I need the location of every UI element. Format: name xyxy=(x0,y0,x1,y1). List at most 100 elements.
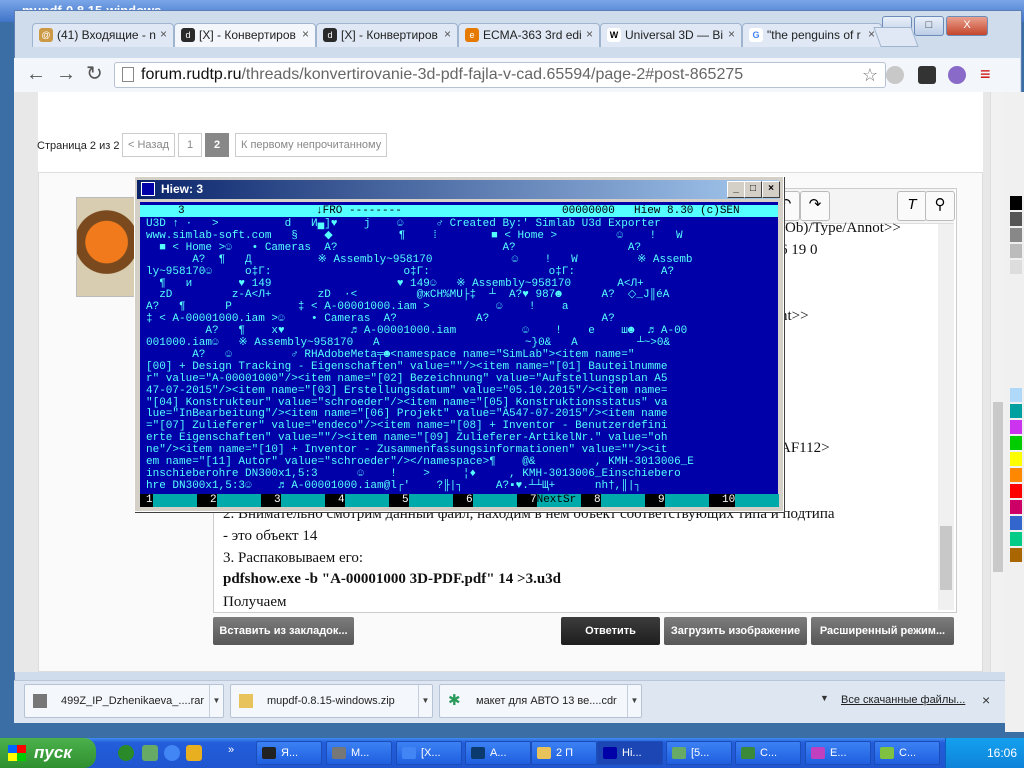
tab-rudtp-active[interactable]: d [X] - Конвертиров × xyxy=(174,23,316,47)
taskbar-button[interactable]: [5... xyxy=(666,741,732,765)
color-swatch[interactable] xyxy=(1010,548,1022,562)
taskbar-button[interactable]: E... xyxy=(805,741,871,765)
editor-text-line: (Ob)/Type/Annot>> xyxy=(780,220,901,236)
chevron-down-icon[interactable]: ▼ xyxy=(418,685,432,717)
hiew-fkey-4[interactable]: 4 xyxy=(338,494,389,507)
insert-bookmark-button[interactable]: Вставить из закладок... xyxy=(213,617,354,645)
hiew-close-button[interactable]: × xyxy=(762,181,780,198)
taskbar-button[interactable]: 2 П xyxy=(531,741,597,765)
color-swatch[interactable] xyxy=(1010,500,1022,514)
color-swatch[interactable] xyxy=(1010,388,1022,402)
taskbar-button[interactable]: A... xyxy=(465,741,531,765)
download-item[interactable]: mupdf-0.8.15-windows.zip ▼ xyxy=(230,684,433,718)
page-scrollbar[interactable] xyxy=(990,92,1005,672)
color-swatch[interactable] xyxy=(1010,228,1022,242)
tab-rudtp[interactable]: d [X] - Конвертиров × xyxy=(316,23,458,47)
taskbar-button[interactable]: [X... xyxy=(396,741,462,765)
extension-icon[interactable] xyxy=(886,66,904,84)
close-window-button[interactable]: X xyxy=(946,16,988,36)
hiew-text-line: ne"/><item name="[10] + Inventor - Zusam… xyxy=(146,444,668,457)
address-bar[interactable]: forum.rudtp.ru/threads/konvertirovanie-3… xyxy=(114,62,886,88)
close-tab-icon[interactable]: × xyxy=(444,27,451,41)
advanced-mode-button[interactable]: Расширенный режим... xyxy=(811,617,954,645)
color-swatch[interactable] xyxy=(1010,436,1022,450)
hiew-fkey-10[interactable]: 10 xyxy=(722,494,780,507)
taskbar-button[interactable]: М... xyxy=(326,741,392,765)
close-tab-icon[interactable]: × xyxy=(728,27,735,41)
hiew-fkey-3[interactable]: 3 xyxy=(274,494,325,507)
start-button[interactable]: пуск xyxy=(0,738,96,768)
pager-prev-link[interactable]: < Назад xyxy=(122,133,175,157)
reload-icon[interactable]: ↻ xyxy=(86,64,103,84)
taskbar-button[interactable]: Я... xyxy=(256,741,322,765)
hiew-fkey-2[interactable]: 2 xyxy=(210,494,261,507)
downloads-icon: ▼ xyxy=(820,693,829,703)
back-icon[interactable]: ← xyxy=(26,64,46,84)
app-icon xyxy=(603,747,617,759)
hiew-minimize-button[interactable]: _ xyxy=(727,181,745,198)
more-icon[interactable]: » xyxy=(228,744,234,756)
hiew-fkey-8[interactable]: 8 xyxy=(594,494,645,507)
toggle-bbcode-icon[interactable]: ⚲ xyxy=(925,191,955,221)
chevron-down-icon[interactable]: ▼ xyxy=(627,685,641,717)
tab-ecma[interactable]: e ECMA-363 3rd edi × xyxy=(458,23,600,47)
hiew-text-line: r" value="A-00001000"/><item name="[02] … xyxy=(146,372,668,385)
editor-scrollbar[interactable] xyxy=(938,224,954,610)
color-swatch[interactable] xyxy=(1010,468,1022,482)
download-item[interactable]: ✱ макет для АВТО 13 ве....cdr ▼ xyxy=(439,684,642,718)
close-tab-icon[interactable]: × xyxy=(302,27,309,41)
upload-image-button[interactable]: Загрузить изображение xyxy=(664,617,807,645)
color-swatch[interactable] xyxy=(1010,244,1022,258)
bookmark-star-icon[interactable]: ☆ xyxy=(862,65,878,86)
download-item[interactable]: 499Z_IP_Dzhenikaeva_....rar ▼ xyxy=(24,684,224,718)
close-tab-icon[interactable]: × xyxy=(160,27,167,41)
app-icon xyxy=(402,747,416,759)
quicklaunch-icon[interactable] xyxy=(142,745,158,761)
taskbar-button[interactable]: C... xyxy=(874,741,940,765)
color-swatch[interactable] xyxy=(1010,532,1022,546)
clock: 16:06 xyxy=(986,746,1017,760)
hiew-fkey-7[interactable]: 7NextSr xyxy=(530,494,581,507)
forward-icon[interactable]: → xyxy=(56,64,76,84)
hiew-app-icon xyxy=(141,182,155,196)
hiew-fkey-1[interactable]: 1 xyxy=(146,494,197,507)
tab-google[interactable]: G "the penguins of r × xyxy=(742,23,882,47)
color-swatch[interactable] xyxy=(1010,260,1022,274)
redo-icon[interactable]: ↷ xyxy=(800,191,830,221)
maximize-button[interactable]: □ xyxy=(914,16,944,36)
pager-page-2[interactable]: 2 xyxy=(205,133,229,157)
taskbar-button[interactable]: Hi... xyxy=(597,741,663,765)
extension-icon[interactable] xyxy=(948,66,966,84)
pager-text: Страница 2 из 2 xyxy=(37,140,120,152)
color-swatch[interactable] xyxy=(1010,420,1022,434)
all-downloads-link[interactable]: Все скачанные файлы... xyxy=(841,694,965,706)
close-tab-icon[interactable]: × xyxy=(586,27,593,41)
chevron-down-icon[interactable]: ▼ xyxy=(209,685,223,717)
new-tab-button[interactable] xyxy=(873,27,919,47)
url-text[interactable]: forum.rudtp.ru/threads/konvertirovanie-3… xyxy=(141,66,743,84)
color-swatch[interactable] xyxy=(1010,404,1022,418)
reply-button[interactable]: Ответить xyxy=(561,617,660,645)
close-downloads-icon[interactable]: × xyxy=(982,692,990,708)
remove-format-icon[interactable]: T xyxy=(897,191,927,221)
chrome-icon[interactable] xyxy=(164,745,180,761)
pager-page-1[interactable]: 1 xyxy=(178,133,202,157)
hiew-fkey-6[interactable]: 6 xyxy=(466,494,517,507)
tab-wikipedia[interactable]: W Universal 3D — Bi × xyxy=(600,23,742,47)
hiew-fkey-5[interactable]: 5 xyxy=(402,494,453,507)
pager-first-unread-link[interactable]: К первому непрочитанному xyxy=(235,133,388,157)
menu-icon[interactable]: ≡ xyxy=(980,65,991,83)
color-swatch[interactable] xyxy=(1010,516,1022,530)
color-swatch[interactable] xyxy=(1010,452,1022,466)
hiew-text-line: A? ¶ Д ※ Assembly~958170 ☺ ! W ※ Assemb xyxy=(146,253,693,266)
taskbar-button[interactable]: C... xyxy=(735,741,801,765)
hiew-fkey-9[interactable]: 9 xyxy=(658,494,709,507)
color-swatch[interactable] xyxy=(1010,212,1022,226)
quicklaunch-icon[interactable] xyxy=(186,745,202,761)
quicklaunch-icon[interactable] xyxy=(118,745,134,761)
tab-inbox[interactable]: @ (41) Входящие - n × xyxy=(32,23,174,47)
extension-icon[interactable] xyxy=(918,66,936,84)
color-swatch[interactable] xyxy=(1010,196,1022,210)
hiew-maximize-button[interactable]: □ xyxy=(744,181,762,198)
color-swatch[interactable] xyxy=(1010,484,1022,498)
